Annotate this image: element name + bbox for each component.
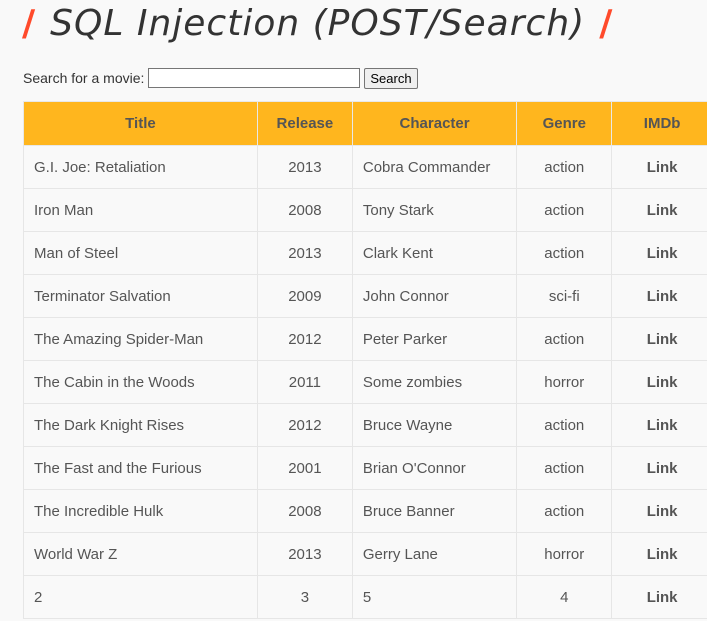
cell-genre: action bbox=[516, 145, 613, 189]
search-input[interactable] bbox=[148, 68, 361, 88]
column-header-release: Release bbox=[256, 101, 353, 146]
cell-character: Brian O'Connor bbox=[351, 446, 518, 490]
cell-genre: action bbox=[516, 489, 613, 533]
title-slash-left: / bbox=[22, 3, 37, 44]
table-row: World War Z 2013 Gerry Lane horror Link bbox=[23, 532, 707, 576]
column-header-character: Character bbox=[351, 101, 518, 146]
page-title: / SQL Injection (POST/Search) / bbox=[22, 0, 613, 50]
table-header-row: Title Release Character Genre IMDb bbox=[23, 101, 707, 146]
imdb-link[interactable]: Link bbox=[611, 231, 707, 275]
cell-character: 5 bbox=[351, 575, 518, 619]
imdb-link[interactable]: Link bbox=[611, 446, 707, 490]
cell-genre: action bbox=[516, 403, 613, 447]
cell-character: Cobra Commander bbox=[351, 145, 518, 189]
cell-character: Some zombies bbox=[351, 360, 518, 404]
table-row: The Fast and the Furious 2001 Brian O'Conn… bbox=[23, 446, 707, 490]
cell-release: 2013 bbox=[256, 532, 353, 576]
cell-title: The Fast and the Furious bbox=[23, 446, 258, 490]
imdb-link[interactable]: Link bbox=[611, 145, 707, 189]
cell-title: The Amazing Spider-Man bbox=[23, 317, 258, 361]
cell-genre: action bbox=[516, 231, 613, 275]
cell-release: 3 bbox=[256, 575, 353, 619]
search-form: Search for a movie: Search bbox=[23, 67, 418, 89]
cell-release: 2001 bbox=[256, 446, 353, 490]
cell-character: Clark Kent bbox=[351, 231, 518, 275]
imdb-link[interactable]: Link bbox=[611, 188, 707, 232]
cell-title: The Dark Knight Rises bbox=[23, 403, 258, 447]
search-label: Search for a movie: bbox=[23, 70, 145, 86]
cell-title: 2 bbox=[23, 575, 258, 619]
cell-character: Bruce Wayne bbox=[351, 403, 518, 447]
cell-title: Terminator Salvation bbox=[23, 274, 258, 318]
imdb-link[interactable]: Link bbox=[611, 532, 707, 576]
imdb-link[interactable]: Link bbox=[611, 403, 707, 447]
imdb-link[interactable]: Link bbox=[611, 360, 707, 404]
table-body: G.I. Joe: Retaliation 2013 Cobra Commander… bbox=[23, 145, 707, 619]
page-title-text: SQL Injection (POST/Search) bbox=[50, 3, 586, 44]
cell-genre: 4 bbox=[516, 575, 613, 619]
cell-release: 2011 bbox=[256, 360, 353, 404]
cell-character: John Connor bbox=[351, 274, 518, 318]
cell-genre: horror bbox=[516, 360, 613, 404]
table-row: The Dark Knight Rises 2012 Bruce Wayne acti… bbox=[23, 403, 707, 447]
cell-character: Peter Parker bbox=[351, 317, 518, 361]
table-row: Man of Steel 2013 Clark Kent action Link bbox=[23, 231, 707, 275]
search-button[interactable]: Search bbox=[364, 67, 418, 89]
imdb-link[interactable]: Link bbox=[611, 575, 707, 619]
cell-genre: action bbox=[516, 446, 613, 490]
cell-release: 2012 bbox=[256, 403, 353, 447]
table-row: G.I. Joe: Retaliation 2013 Cobra Commander… bbox=[23, 145, 707, 189]
cell-release: 2009 bbox=[256, 274, 353, 318]
title-slash-right: / bbox=[599, 3, 614, 44]
cell-release: 2008 bbox=[256, 188, 353, 232]
cell-title: World War Z bbox=[23, 532, 258, 576]
imdb-link[interactable]: Link bbox=[611, 274, 707, 318]
table-row: The Amazing Spider-Man 2012 Peter Parker ac… bbox=[23, 317, 707, 361]
imdb-link[interactable]: Link bbox=[611, 489, 707, 533]
cell-release: 2013 bbox=[256, 145, 353, 189]
column-header-genre: Genre bbox=[516, 101, 613, 146]
table-row: The Incredible Hulk 2008 Bruce Banner actio… bbox=[23, 489, 707, 533]
cell-genre: sci-fi bbox=[516, 274, 613, 318]
cell-title: G.I. Joe: Retaliation bbox=[23, 145, 258, 189]
cell-release: 2013 bbox=[256, 231, 353, 275]
cell-genre: action bbox=[516, 188, 613, 232]
cell-title: Iron Man bbox=[23, 188, 258, 232]
cell-title: Man of Steel bbox=[23, 231, 258, 275]
cell-release: 2008 bbox=[256, 489, 353, 533]
cell-genre: action bbox=[516, 317, 613, 361]
table-row: The Cabin in the Woods 2011 Some zombies ho… bbox=[23, 360, 707, 404]
cell-character: Gerry Lane bbox=[351, 532, 518, 576]
column-header-title: Title bbox=[23, 101, 258, 146]
column-header-imdb: IMDb bbox=[611, 101, 707, 146]
table-row: Terminator Salvation 2009 John Connor sci-f… bbox=[23, 274, 707, 318]
movies-table: Title Release Character Genre IMDb G.I. … bbox=[23, 101, 707, 619]
cell-title: The Incredible Hulk bbox=[23, 489, 258, 533]
cell-character: Tony Stark bbox=[351, 188, 518, 232]
cell-release: 2012 bbox=[256, 317, 353, 361]
imdb-link[interactable]: Link bbox=[611, 317, 707, 361]
cell-title: The Cabin in the Woods bbox=[23, 360, 258, 404]
cell-character: Bruce Banner bbox=[351, 489, 518, 533]
table-row: 2 3 5 4 Link bbox=[23, 575, 707, 619]
table-row: Iron Man 2008 Tony Stark action Link bbox=[23, 188, 707, 232]
cell-genre: horror bbox=[516, 532, 613, 576]
